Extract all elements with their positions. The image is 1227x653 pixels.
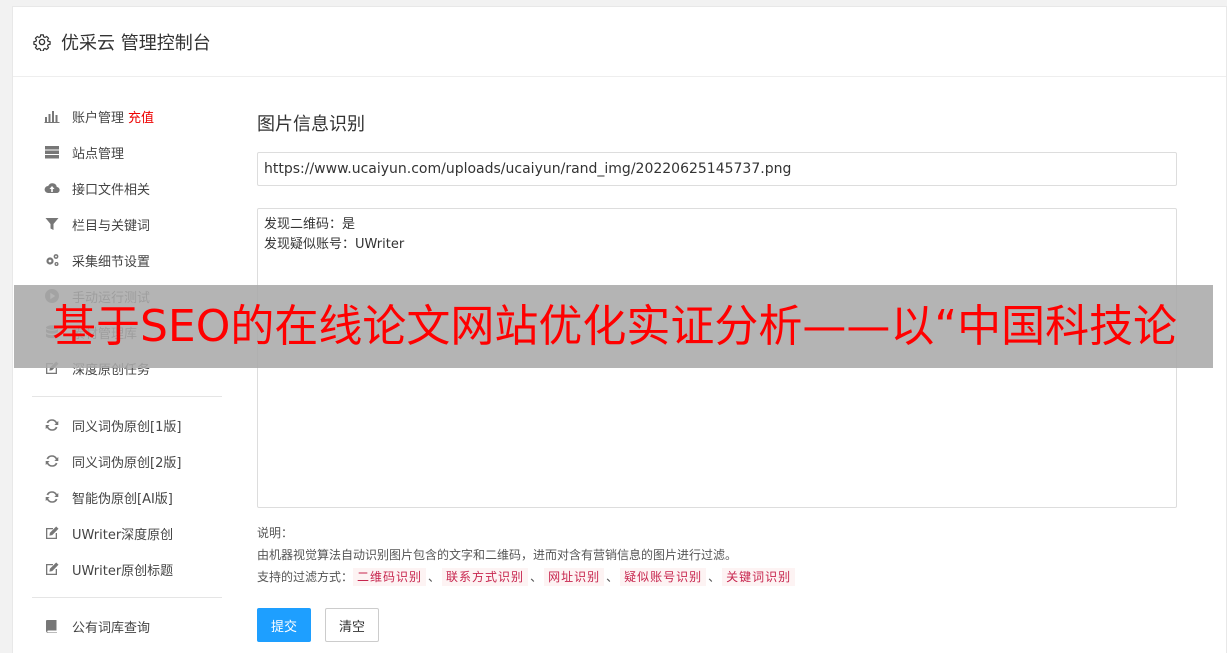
refresh-icon: [44, 489, 60, 505]
image-url-input[interactable]: [257, 152, 1177, 186]
page-title: 优采云 管理控制台: [61, 32, 211, 54]
cloud-upload-icon: [44, 180, 60, 196]
server-icon: [44, 144, 60, 160]
sidebar-item-group2-0[interactable]: 同义词伪原创[1版]: [32, 407, 222, 443]
sidebar-item-group1-2[interactable]: 接口文件相关: [32, 170, 222, 206]
refresh-icon: [44, 453, 60, 469]
filter-separator: 、: [428, 570, 441, 584]
sidebar: 账户管理充值站点管理接口文件相关栏目与关键词采集细节设置手动运行测试素材管理库深…: [32, 98, 222, 644]
sidebar-item-group1-4[interactable]: 采集细节设置: [32, 242, 222, 278]
sidebar-divider: [32, 597, 222, 598]
filter-icon: [44, 216, 60, 232]
sidebar-item-group2-3[interactable]: UWriter深度原创: [32, 515, 222, 551]
sidebar-item-group1-0[interactable]: 账户管理 充值: [32, 98, 222, 134]
cogs-icon: [44, 252, 60, 268]
filter-tag: 网址识别: [544, 568, 605, 586]
filter-prefix: 支持的过滤方式：: [257, 570, 354, 584]
result-line-account: 发现疑似账号：UWriter: [264, 237, 405, 252]
button-row: 提交 清空: [257, 608, 1177, 642]
sidebar-item-label: 公有词库查询: [72, 620, 151, 636]
notes: 说明： 由机器视觉算法自动识别图片包含的文字和二维码，进而对含有营销信息的图片进…: [257, 522, 1177, 588]
filter-separator: 、: [530, 570, 543, 584]
bar-chart-icon: [44, 108, 60, 124]
main-content: 图片信息识别 发现二维码：是 发现疑似账号：UWriter 说明： 由机器视觉算…: [257, 110, 1177, 642]
sidebar-item-label: 智能伪原创[AI版]: [72, 491, 173, 507]
sidebar-item-label: 接口文件相关: [72, 182, 151, 198]
filter-tag: 二维码识别: [353, 568, 427, 586]
sidebar-item-label: UWriter原创标题: [72, 563, 174, 579]
notes-label: 说明：: [257, 526, 294, 540]
sidebar-item-label: 同义词伪原创[2版]: [72, 455, 182, 471]
filter-separator: 、: [708, 570, 721, 584]
submit-button[interactable]: 提交: [257, 608, 311, 642]
book-icon: [44, 618, 60, 634]
section-title: 图片信息识别: [257, 114, 365, 135]
clear-button[interactable]: 清空: [325, 608, 379, 642]
filter-methods: 支持的过滤方式： 二维码识别、联系方式识别、网址识别、疑似账号识别、关键词识别: [257, 566, 1177, 588]
gear-icon: [33, 33, 51, 51]
notes-description: 由机器视觉算法自动识别图片包含的文字和二维码，进而对含有营销信息的图片进行过滤。: [257, 548, 738, 562]
filter-separator: 、: [606, 570, 619, 584]
recharge-link[interactable]: 充值: [128, 107, 154, 126]
sidebar-item-label: 采集细节设置: [72, 254, 151, 270]
filter-tag: 疑似账号识别: [620, 568, 707, 586]
sidebar-divider: [32, 396, 222, 397]
sidebar-item-label: 栏目与关键词: [72, 218, 151, 234]
sidebar-item-group3-0[interactable]: 公有词库查询: [32, 608, 222, 644]
sidebar-item-label: 账户管理: [72, 110, 125, 126]
filter-tag: 关键词识别: [722, 568, 796, 586]
filter-tag: 联系方式识别: [442, 568, 529, 586]
overlay-banner: 基于SEO的在线论文网站优化实证分析——以“中国科技论: [14, 285, 1213, 368]
sidebar-item-group2-4[interactable]: UWriter原创标题: [32, 551, 222, 587]
overlay-title: 基于SEO的在线论文网站优化实证分析——以“中国科技论: [52, 301, 1178, 352]
sidebar-item-group1-3[interactable]: 栏目与关键词: [32, 206, 222, 242]
sidebar-item-group1-1[interactable]: 站点管理: [32, 134, 222, 170]
console-header: 优采云 管理控制台: [13, 7, 1226, 77]
result-line-qrcode: 发现二维码：是: [264, 217, 356, 232]
refresh-icon: [44, 417, 60, 433]
sidebar-item-group2-1[interactable]: 同义词伪原创[2版]: [32, 443, 222, 479]
edit-icon: [44, 561, 60, 577]
sidebar-item-label: UWriter深度原创: [72, 527, 174, 543]
edit-icon: [44, 525, 60, 541]
sidebar-item-label: 站点管理: [72, 146, 125, 162]
sidebar-item-group2-2[interactable]: 智能伪原创[AI版]: [32, 479, 222, 515]
sidebar-item-label: 同义词伪原创[1版]: [72, 419, 182, 435]
